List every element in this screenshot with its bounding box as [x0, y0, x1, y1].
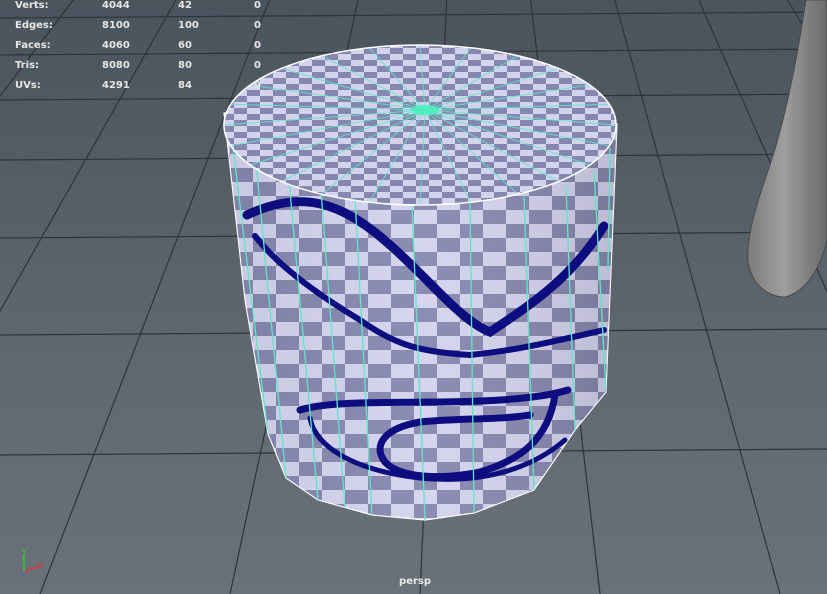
hud-selected: 100: [178, 20, 199, 31]
hud-row: Verts: 4044 42 0: [15, 0, 275, 16]
hud-row: Tris: 8080 80 0: [15, 56, 275, 76]
axis-x-label: x: [38, 561, 44, 571]
poly-count-hud: Verts: 4044 42 0 Edges: 8100 100 0 Faces: 4060 60 0…: [15, 0, 275, 96]
cap-center-vertex: [411, 105, 439, 115]
camera-name-label: persp: [399, 576, 431, 587]
hud-row: Edges: 8100 100 0: [15, 16, 275, 36]
hud-selected: 60: [178, 40, 192, 51]
hud-label: Faces:: [15, 40, 51, 51]
hud-total: 8100: [102, 20, 130, 31]
hud-label: Verts:: [15, 0, 49, 11]
hud-total: 4060: [102, 40, 130, 51]
hud-total: 4044: [102, 0, 130, 11]
grey-mesh-object: [747, 0, 827, 298]
axis-gizmo: y x: [21, 546, 44, 577]
hud-extra: 0: [254, 20, 261, 31]
hud-extra: 0: [254, 40, 261, 51]
viewport-persp[interactable]: Verts: 4044 42 0 Edges: 8100 100 0 Faces: 4060 60 0…: [0, 0, 827, 594]
hud-extra: 0: [254, 80, 261, 91]
hud-total: 8080: [102, 60, 130, 71]
hud-label: Edges:: [15, 20, 53, 31]
hud-row: UVs: 4291 84 0: [15, 76, 275, 96]
axis-z-line: [21, 571, 25, 577]
hud-extra: 0: [254, 60, 261, 71]
hud-selected: 84: [178, 80, 192, 91]
hud-extra: 0: [254, 0, 261, 11]
hud-row: Faces: 4060 60 0: [15, 36, 275, 56]
cylinder-top-cap: [223, 44, 617, 206]
axis-y-label: y: [22, 546, 28, 556]
hud-total: 4291: [102, 80, 130, 91]
hud-selected: 42: [178, 0, 192, 11]
hud-label: Tris:: [15, 60, 40, 71]
hud-selected: 80: [178, 60, 192, 71]
hud-label: UVs:: [15, 80, 41, 91]
